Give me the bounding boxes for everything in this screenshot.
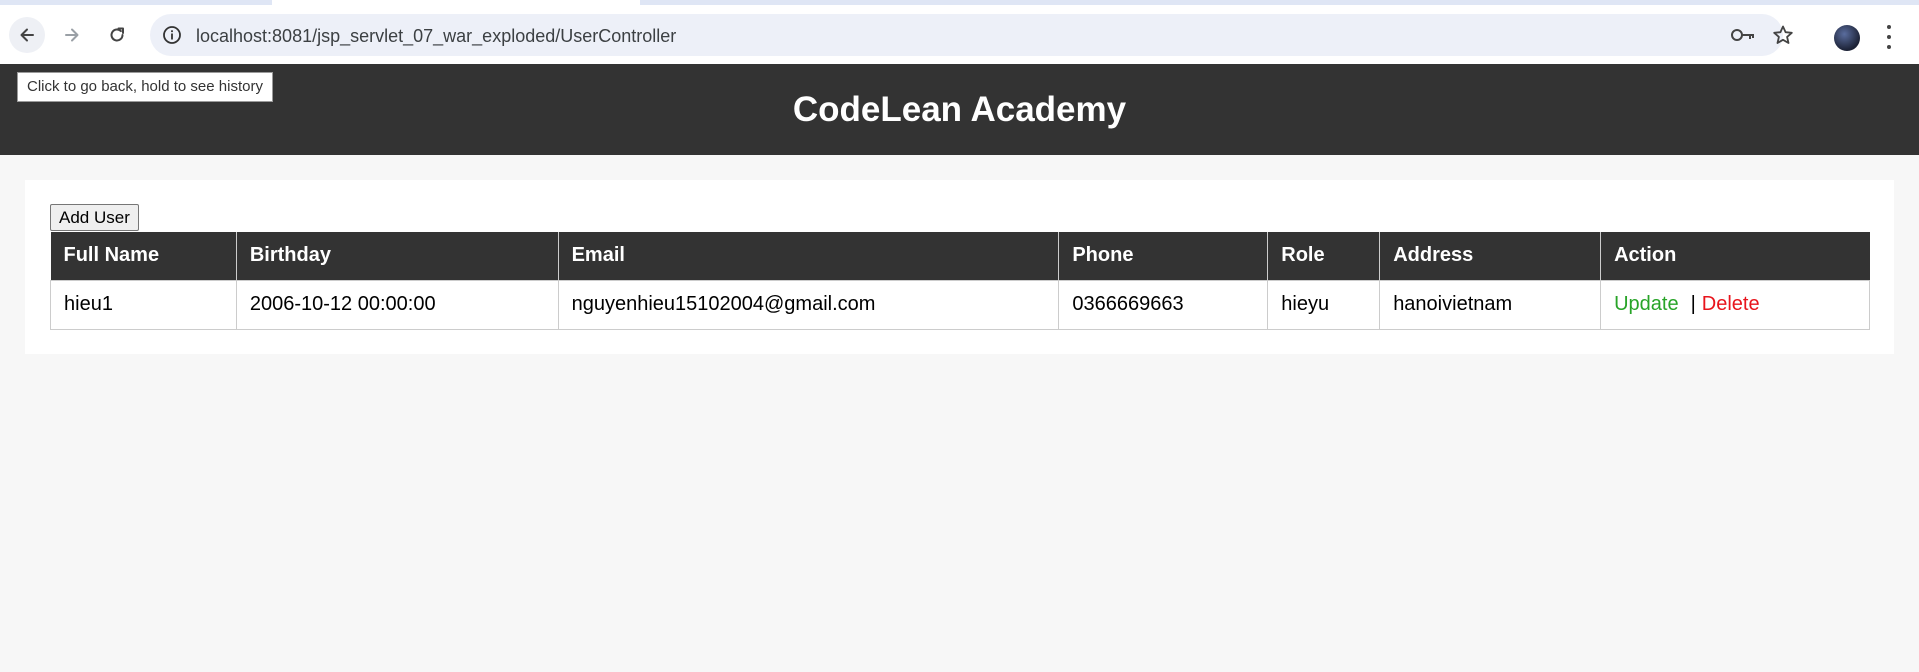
key-icon[interactable] (1730, 25, 1756, 45)
column-header-birthday: Birthday (236, 232, 559, 280)
cell-phone: 0366669663 (1058, 279, 1269, 330)
add-user-button[interactable]: Add User (50, 204, 139, 231)
cell-address: hanoivietnam (1379, 279, 1602, 330)
user-list-card: Add User Full Name Birthday Email Phone … (25, 180, 1894, 354)
column-header-action: Action (1600, 232, 1870, 280)
browser-toolbar: localhost:8081/jsp_servlet_07_war_explod… (0, 5, 1919, 64)
column-header-full-name: Full Name (50, 232, 237, 280)
column-header-address: Address (1379, 232, 1602, 280)
reload-icon (110, 27, 124, 42)
page-title: CodeLean Academy (792, 90, 1127, 129)
cell-birthday: 2006-10-12 00:00:00 (235, 279, 559, 330)
column-header-role: Role (1267, 232, 1381, 280)
forward-button[interactable] (54, 17, 90, 53)
menu-dots-icon[interactable] (1886, 25, 1892, 49)
column-header-phone: Phone (1058, 232, 1269, 280)
cell-email: nguyenhieu15102004@gmail.com (557, 279, 1060, 330)
url-text[interactable]: localhost:8081/jsp_servlet_07_war_explod… (196, 26, 676, 47)
site-header: CodeLean Academy (0, 64, 1919, 155)
back-button-tooltip: Click to go back, hold to see history (17, 72, 273, 102)
star-icon[interactable] (1772, 24, 1794, 46)
profile-avatar[interactable] (1834, 25, 1860, 51)
update-link[interactable]: Update (1614, 293, 1679, 315)
back-button[interactable] (9, 17, 45, 53)
back-arrow-icon (20, 28, 34, 42)
table-header-row: Full Name Birthday Email Phone Role Addr… (50, 232, 1870, 280)
cell-full-name: hieu1 (50, 279, 237, 330)
forward-arrow-icon (65, 28, 79, 42)
cell-action: Update | Delete (1600, 279, 1870, 330)
table-row: hieu1 2006-10-12 00:00:00 nguyenhieu1510… (50, 279, 1870, 330)
delete-link[interactable]: Delete (1702, 293, 1760, 315)
cell-role: hieyu (1267, 279, 1381, 330)
address-bar[interactable]: localhost:8081/jsp_servlet_07_war_explod… (150, 14, 1793, 56)
info-icon[interactable] (162, 25, 182, 45)
user-table: Full Name Birthday Email Phone Role Addr… (50, 232, 1870, 330)
column-header-email: Email (558, 232, 1060, 280)
action-separator: | (1690, 293, 1696, 315)
reload-button[interactable] (99, 17, 135, 53)
